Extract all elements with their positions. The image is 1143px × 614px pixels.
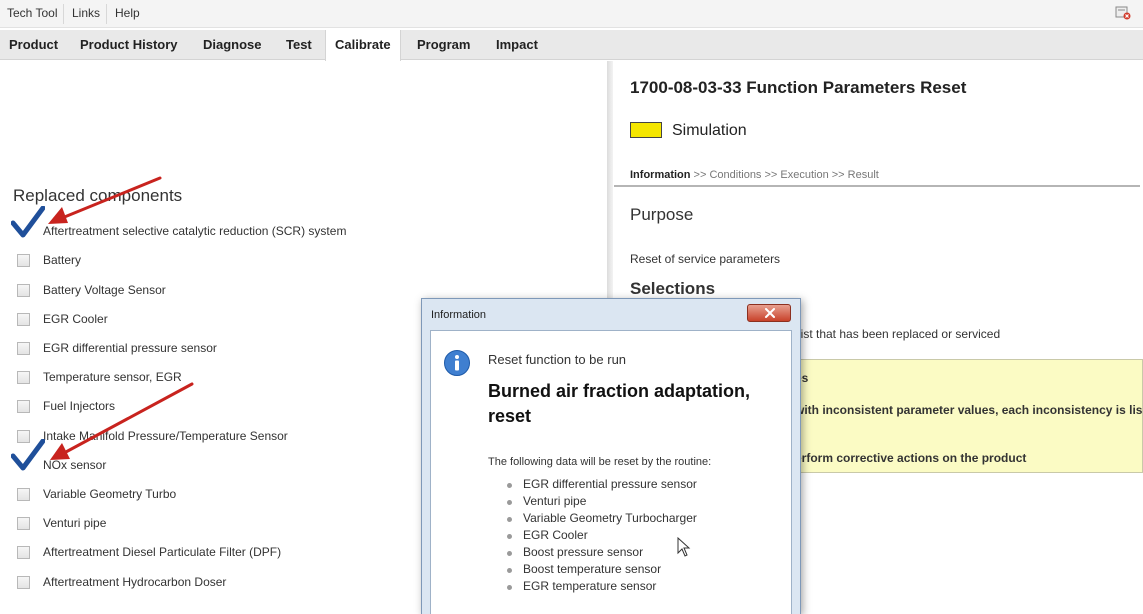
bullet-icon — [507, 534, 512, 539]
dialog-heading: Burned air fraction adaptation, reset — [488, 381, 751, 426]
selections-text: list that has been replaced or serviced — [798, 327, 1001, 341]
component-label: EGR differential pressure sensor — [43, 341, 217, 355]
red-arrow-annotation — [50, 382, 194, 460]
tab-diagnose[interactable]: Diagnose — [194, 30, 271, 60]
checkbox[interactable] — [17, 400, 30, 413]
info-icon — [444, 350, 470, 376]
checkbox[interactable] — [17, 488, 30, 501]
checkbox[interactable] — [17, 313, 30, 326]
bullet-icon — [507, 500, 512, 505]
component-label: Venturi pipe — [43, 516, 107, 530]
dialog-body: Reset function to be run Burned air frac… — [430, 330, 792, 614]
component-label: Battery — [43, 253, 82, 267]
menu-help[interactable]: Help — [115, 6, 140, 20]
breadcrumb-steps: >> Conditions >> Execution >> Result — [690, 169, 879, 181]
checkbox[interactable] — [17, 254, 30, 267]
tab-product[interactable]: Product — [0, 30, 67, 60]
bullet-icon — [507, 483, 512, 488]
checkbox[interactable] — [17, 546, 30, 559]
list-item: EGR Cooler — [507, 528, 697, 545]
checkbox[interactable] — [17, 371, 30, 384]
reset-data-list: EGR differential pressure sensor Venturi… — [507, 477, 697, 596]
breadcrumb-current: Information — [630, 169, 691, 181]
information-dialog[interactable]: Information Reset function to be run Bur… — [421, 298, 801, 614]
divider — [614, 185, 1140, 187]
red-arrow-annotation — [48, 176, 162, 224]
close-icon — [765, 308, 775, 318]
list-item-label: Venturi pipe — [523, 494, 587, 508]
menu-tech-tool[interactable]: Tech Tool — [7, 6, 57, 20]
bullet-icon — [507, 568, 512, 573]
component-label: Aftertreatment Diesel Particulate Filter… — [43, 545, 282, 559]
tab-program[interactable]: Program — [408, 30, 479, 60]
list-item: EGR differential pressure sensor — [507, 477, 697, 494]
list-item: Boost temperature sensor — [507, 562, 697, 579]
notice-line: erform corrective actions on the product — [795, 451, 1027, 465]
menu-separator — [63, 4, 64, 24]
tab-product-history[interactable]: Product History — [71, 30, 187, 60]
bullet-icon — [507, 585, 512, 590]
purpose-heading: Purpose — [630, 205, 694, 224]
notice-box: es with inconsistent parameter values, e… — [794, 359, 1143, 473]
purpose-text: Reset of service parameters — [630, 252, 781, 266]
check-icon — [11, 439, 45, 471]
dialog-subtitle: Reset function to be run — [488, 352, 627, 367]
notice-line: with inconsistent parameter values, each… — [795, 403, 1143, 417]
close-button[interactable] — [747, 304, 791, 322]
dialog-lead-text: The following data will be reset by the … — [488, 456, 712, 468]
exit-icon[interactable] — [1115, 6, 1131, 20]
component-label: Aftertreatment Hydrocarbon Doser — [43, 575, 227, 589]
bullet-icon — [507, 551, 512, 556]
list-item-label: Variable Geometry Turbocharger — [523, 511, 697, 525]
menu-separator — [106, 4, 107, 24]
list-item-label: EGR temperature sensor — [523, 579, 657, 593]
checkbox[interactable] — [17, 517, 30, 530]
dialog-title: Information — [431, 309, 487, 321]
menu-bar: Tech Tool Links Help — [0, 0, 1143, 28]
bullet-icon — [507, 517, 512, 522]
function-title: 1700-08-03-33 Function Parameters Reset — [630, 78, 967, 97]
checkbox[interactable] — [17, 284, 30, 297]
component-label: EGR Cooler — [43, 312, 108, 326]
mouse-cursor-icon — [677, 537, 691, 557]
checkbox[interactable] — [17, 342, 30, 355]
simulation-label: Simulation — [672, 122, 747, 139]
tab-impact[interactable]: Impact — [487, 30, 547, 60]
list-item-label: Boost pressure sensor — [523, 545, 644, 559]
list-item-label: EGR differential pressure sensor — [523, 477, 697, 491]
simulation-indicator — [630, 122, 662, 138]
menu-links[interactable]: Links — [72, 6, 100, 20]
list-item: Boost pressure sensor — [507, 545, 697, 562]
list-item-label: Boost temperature sensor — [523, 562, 662, 576]
checkbox[interactable] — [17, 576, 30, 589]
list-item-label: EGR Cooler — [523, 528, 588, 542]
selections-heading: Selections — [630, 279, 716, 298]
main-tabs: Product Product History Diagnose Test Ca… — [0, 30, 1143, 61]
component-label: Battery Voltage Sensor — [43, 283, 166, 297]
tab-calibrate[interactable]: Calibrate — [325, 30, 401, 61]
breadcrumb: Information >> Conditions >> Execution >… — [630, 169, 879, 181]
list-item: Venturi pipe — [507, 494, 697, 511]
component-label: Variable Geometry Turbo — [43, 487, 177, 501]
list-item: Variable Geometry Turbocharger — [507, 511, 697, 528]
tab-test[interactable]: Test — [277, 30, 321, 60]
list-item: EGR temperature sensor — [507, 579, 697, 596]
